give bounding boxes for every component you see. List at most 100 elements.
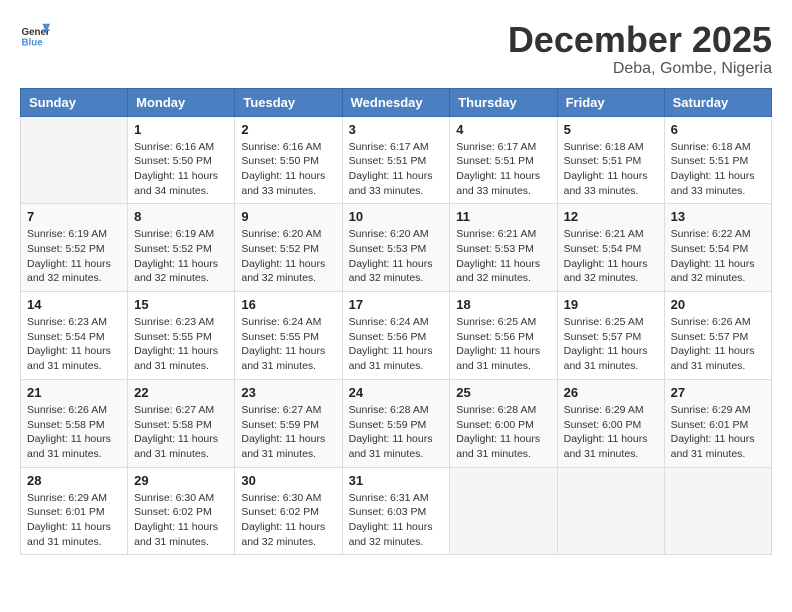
day-info: Sunrise: 6:22 AMSunset: 5:54 PMDaylight:… — [671, 227, 765, 286]
calendar-cell — [557, 467, 664, 555]
calendar-day-header: Sunday — [21, 88, 128, 116]
day-info: Sunrise: 6:19 AMSunset: 5:52 PMDaylight:… — [27, 227, 121, 286]
day-number: 6 — [671, 122, 765, 137]
calendar-cell: 22 Sunrise: 6:27 AMSunset: 5:58 PMDayligh… — [128, 379, 235, 467]
day-info: Sunrise: 6:20 AMSunset: 5:53 PMDaylight:… — [349, 227, 444, 286]
day-number: 13 — [671, 209, 765, 224]
day-info: Sunrise: 6:29 AMSunset: 6:01 PMDaylight:… — [671, 403, 765, 462]
day-number: 16 — [241, 297, 335, 312]
calendar-cell: 15 Sunrise: 6:23 AMSunset: 5:55 PMDayligh… — [128, 292, 235, 380]
calendar-day-header: Wednesday — [342, 88, 450, 116]
calendar-header-row: SundayMondayTuesdayWednesdayThursdayFrid… — [21, 88, 772, 116]
calendar-cell: 26 Sunrise: 6:29 AMSunset: 6:00 PMDayligh… — [557, 379, 664, 467]
day-number: 17 — [349, 297, 444, 312]
day-info: Sunrise: 6:21 AMSunset: 5:53 PMDaylight:… — [456, 227, 550, 286]
calendar-cell: 2 Sunrise: 6:16 AMSunset: 5:50 PMDaylight… — [235, 116, 342, 204]
calendar-cell: 11 Sunrise: 6:21 AMSunset: 5:53 PMDayligh… — [450, 204, 557, 292]
calendar-cell: 29Sunrise: 6:30 AMSunset: 6:02 PMDayligh… — [128, 467, 235, 555]
day-number: 19 — [564, 297, 658, 312]
day-info: Sunrise: 6:30 AMSunset: 6:02 PMDaylight:… — [241, 491, 335, 550]
day-number: 23 — [241, 385, 335, 400]
calendar-cell: 16 Sunrise: 6:24 AMSunset: 5:55 PMDayligh… — [235, 292, 342, 380]
day-number: 11 — [456, 209, 550, 224]
day-info: Sunrise: 6:17 AMSunset: 5:51 PMDaylight:… — [456, 140, 550, 199]
day-info: Sunrise: 6:29 AMSunset: 6:00 PMDaylight:… — [564, 403, 658, 462]
calendar-cell: 12 Sunrise: 6:21 AMSunset: 5:54 PMDayligh… — [557, 204, 664, 292]
title-area: December 2025 Deba, Gombe, Nigeria — [508, 20, 772, 78]
day-info: Sunrise: 6:18 AMSunset: 5:51 PMDaylight:… — [671, 140, 765, 199]
day-info: Sunrise: 6:25 AMSunset: 5:57 PMDaylight:… — [564, 315, 658, 374]
day-number: 31 — [349, 473, 444, 488]
day-number: 24 — [349, 385, 444, 400]
calendar-cell: 9 Sunrise: 6:20 AMSunset: 5:52 PMDaylight… — [235, 204, 342, 292]
day-number: 14 — [27, 297, 121, 312]
calendar-cell: 24 Sunrise: 6:28 AMSunset: 5:59 PMDayligh… — [342, 379, 450, 467]
calendar-day-header: Thursday — [450, 88, 557, 116]
calendar-cell: 23 Sunrise: 6:27 AMSunset: 5:59 PMDayligh… — [235, 379, 342, 467]
calendar-day-header: Monday — [128, 88, 235, 116]
day-info: Sunrise: 6:25 AMSunset: 5:56 PMDaylight:… — [456, 315, 550, 374]
day-info: Sunrise: 6:28 AMSunset: 6:00 PMDaylight:… — [456, 403, 550, 462]
day-info: Sunrise: 6:23 AMSunset: 5:54 PMDaylight:… — [27, 315, 121, 374]
day-number: 27 — [671, 385, 765, 400]
page-header: General Blue December 2025 Deba, Gombe, … — [20, 20, 772, 78]
calendar-cell: 6 Sunrise: 6:18 AMSunset: 5:51 PMDaylight… — [664, 116, 771, 204]
calendar-cell: 4Sunrise: 6:17 AMSunset: 5:51 PMDaylight… — [450, 116, 557, 204]
day-number: 22 — [134, 385, 228, 400]
calendar-day-header: Friday — [557, 88, 664, 116]
calendar-day-header: Saturday — [664, 88, 771, 116]
day-number: 7 — [27, 209, 121, 224]
day-info: Sunrise: 6:30 AMSunset: 6:02 PMDaylight:… — [134, 491, 228, 550]
day-info: Sunrise: 6:20 AMSunset: 5:52 PMDaylight:… — [241, 227, 335, 286]
day-number: 15 — [134, 297, 228, 312]
calendar-cell — [450, 467, 557, 555]
calendar-cell: 25Sunrise: 6:28 AMSunset: 6:00 PMDayligh… — [450, 379, 557, 467]
calendar-week-row: 21 Sunrise: 6:26 AMSunset: 5:58 PMDayligh… — [21, 379, 772, 467]
month-title: December 2025 — [508, 20, 772, 60]
day-info: Sunrise: 6:27 AMSunset: 5:59 PMDaylight:… — [241, 403, 335, 462]
calendar-cell: 17 Sunrise: 6:24 AMSunset: 5:56 PMDayligh… — [342, 292, 450, 380]
calendar-cell: 31 Sunrise: 6:31 AMSunset: 6:03 PMDayligh… — [342, 467, 450, 555]
day-info: Sunrise: 6:16 AMSunset: 5:50 PMDaylight:… — [134, 140, 228, 199]
day-number: 12 — [564, 209, 658, 224]
day-info: Sunrise: 6:18 AMSunset: 5:51 PMDaylight:… — [564, 140, 658, 199]
calendar-cell: 5Sunrise: 6:18 AMSunset: 5:51 PMDaylight… — [557, 116, 664, 204]
calendar-cell: 7 Sunrise: 6:19 AMSunset: 5:52 PMDaylight… — [21, 204, 128, 292]
day-number: 20 — [671, 297, 765, 312]
day-number: 28 — [27, 473, 121, 488]
day-number: 2 — [241, 122, 335, 137]
day-info: Sunrise: 6:19 AMSunset: 5:52 PMDaylight:… — [134, 227, 228, 286]
calendar-cell: 8Sunrise: 6:19 AMSunset: 5:52 PMDaylight… — [128, 204, 235, 292]
day-info: Sunrise: 6:28 AMSunset: 5:59 PMDaylight:… — [349, 403, 444, 462]
calendar-cell: 3Sunrise: 6:17 AMSunset: 5:51 PMDaylight… — [342, 116, 450, 204]
day-number: 10 — [349, 209, 444, 224]
logo-icon: General Blue — [20, 20, 50, 50]
day-info: Sunrise: 6:21 AMSunset: 5:54 PMDaylight:… — [564, 227, 658, 286]
day-info: Sunrise: 6:16 AMSunset: 5:50 PMDaylight:… — [241, 140, 335, 199]
calendar-cell: 10 Sunrise: 6:20 AMSunset: 5:53 PMDayligh… — [342, 204, 450, 292]
day-info: Sunrise: 6:29 AMSunset: 6:01 PMDaylight:… — [27, 491, 121, 550]
day-info: Sunrise: 6:24 AMSunset: 5:56 PMDaylight:… — [349, 315, 444, 374]
calendar-cell: 21 Sunrise: 6:26 AMSunset: 5:58 PMDayligh… — [21, 379, 128, 467]
location: Deba, Gombe, Nigeria — [508, 60, 772, 78]
day-info: Sunrise: 6:24 AMSunset: 5:55 PMDaylight:… — [241, 315, 335, 374]
calendar-cell: 14 Sunrise: 6:23 AMSunset: 5:54 PMDayligh… — [21, 292, 128, 380]
day-info: Sunrise: 6:31 AMSunset: 6:03 PMDaylight:… — [349, 491, 444, 550]
logo: General Blue — [20, 20, 50, 50]
svg-text:Blue: Blue — [22, 38, 44, 49]
day-number: 9 — [241, 209, 335, 224]
calendar-cell: 18 Sunrise: 6:25 AMSunset: 5:56 PMDayligh… — [450, 292, 557, 380]
day-info: Sunrise: 6:26 AMSunset: 5:58 PMDaylight:… — [27, 403, 121, 462]
day-info: Sunrise: 6:23 AMSunset: 5:55 PMDaylight:… — [134, 315, 228, 374]
calendar-week-row: 7 Sunrise: 6:19 AMSunset: 5:52 PMDaylight… — [21, 204, 772, 292]
day-number: 18 — [456, 297, 550, 312]
calendar-cell: 28 Sunrise: 6:29 AMSunset: 6:01 PMDayligh… — [21, 467, 128, 555]
calendar-cell: 20Sunrise: 6:26 AMSunset: 5:57 PMDayligh… — [664, 292, 771, 380]
day-number: 3 — [349, 122, 444, 137]
calendar-cell: 19 Sunrise: 6:25 AMSunset: 5:57 PMDayligh… — [557, 292, 664, 380]
day-number: 21 — [27, 385, 121, 400]
day-info: Sunrise: 6:27 AMSunset: 5:58 PMDaylight:… — [134, 403, 228, 462]
day-number: 26 — [564, 385, 658, 400]
calendar-cell: 27 Sunrise: 6:29 AMSunset: 6:01 PMDayligh… — [664, 379, 771, 467]
calendar-table: SundayMondayTuesdayWednesdayThursdayFrid… — [20, 88, 772, 556]
